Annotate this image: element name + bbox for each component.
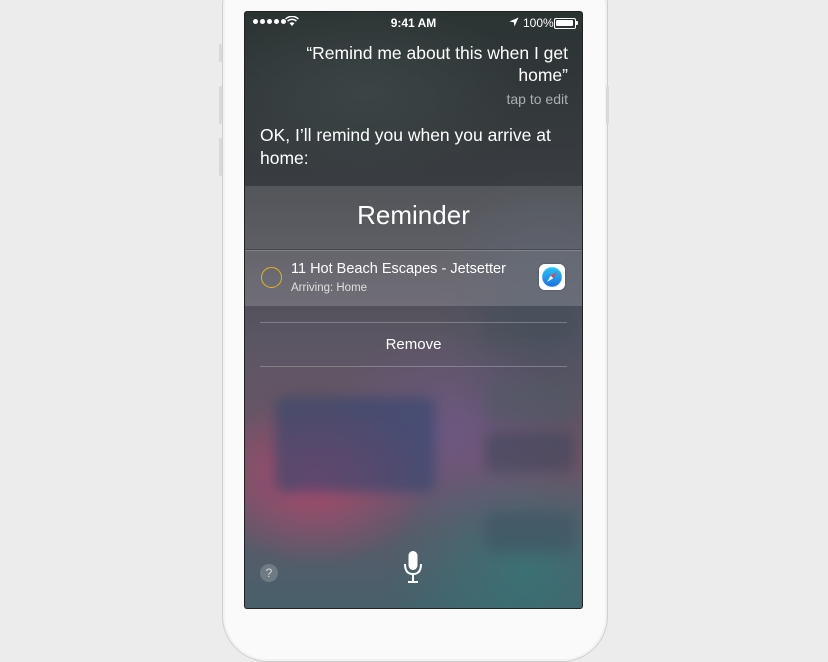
safari-icon[interactable] — [539, 264, 565, 290]
volume-up-button — [219, 44, 222, 62]
background-blob — [485, 512, 575, 552]
reminder-card-title: Reminder — [357, 200, 470, 230]
microphone-icon[interactable] — [403, 550, 423, 584]
reminder-checkbox-icon[interactable] — [261, 267, 282, 288]
battery-percent: 100% — [523, 16, 554, 30]
siri-user-query[interactable]: “Remind me about this when I get home” — [268, 42, 568, 86]
help-button[interactable]: ? — [260, 564, 278, 582]
power-button — [606, 86, 609, 124]
siri-reply: OK, I’ll remind you when you arrive at h… — [260, 125, 551, 168]
remove-button[interactable]: Remove — [245, 336, 582, 353]
background-blob — [275, 397, 435, 492]
card-divider — [260, 322, 567, 323]
reminder-item-title: 11 Hot Beach Escapes - Jetsetter — [291, 261, 506, 277]
reminder-item-subtitle: Arriving: Home — [291, 282, 368, 294]
battery-icon — [554, 18, 576, 29]
status-bar: 9:41 AM 100% — [245, 12, 582, 34]
card-divider — [260, 366, 567, 367]
tap-to-edit-link[interactable]: tap to edit — [507, 91, 569, 107]
screen: 9:41 AM 100% “Remind me about this when … — [245, 12, 582, 608]
mute-switch — [219, 138, 222, 176]
volume-down-button — [219, 86, 222, 124]
background-blob — [485, 432, 575, 472]
reminder-item-row[interactable] — [245, 250, 582, 306]
location-arrow-icon — [509, 17, 519, 27]
background-blob — [485, 382, 575, 422]
battery-tip — [576, 21, 578, 25]
